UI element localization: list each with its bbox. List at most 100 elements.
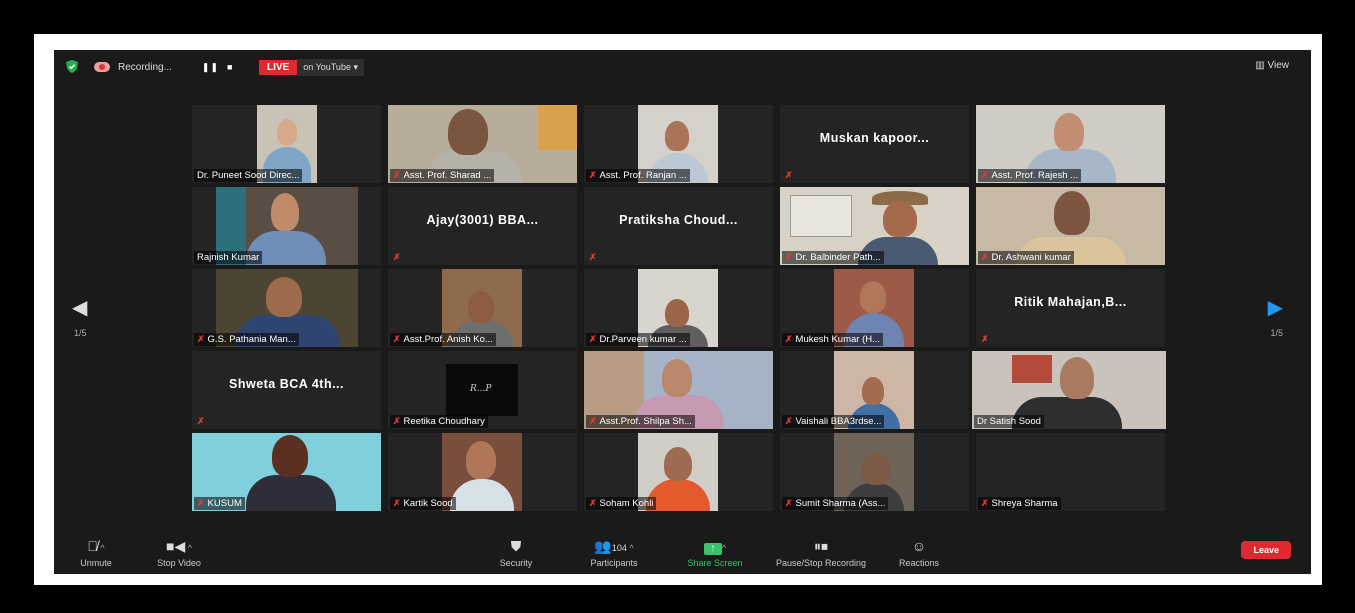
recording-cloud-icon: [94, 62, 110, 72]
participant-tile[interactable]: ✗ Dr. Ashwani kumar: [976, 187, 1165, 265]
mic-off-icon: ✗: [785, 334, 793, 344]
view-button[interactable]: ▥ View: [1255, 60, 1289, 71]
recording-label: Recording...: [118, 61, 172, 73]
participant-tile[interactable]: ✗ Soham Kohli: [584, 433, 773, 511]
mic-off-icon: ✗: [981, 498, 989, 508]
participant-name: ✗ Dr. Ashwani kumar: [978, 251, 1074, 264]
mic-off-icon: ✗: [589, 334, 597, 344]
participant-display-name: Ajay(3001) BBA...: [426, 213, 539, 227]
participant-name: ✗ Soham Kohli: [586, 497, 657, 510]
next-page-arrow-icon[interactable]: ▶: [1268, 295, 1283, 320]
unmute-button[interactable]: 🎙̸ ^ Unmute: [74, 538, 118, 568]
participant-tile-active-speaker[interactable]: Dr Satish Sood: [972, 351, 1166, 429]
participant-tile[interactable]: ✗ Vaishali BBA3rdse...: [780, 351, 969, 429]
participant-tile[interactable]: Shweta BCA 4th... ✗: [192, 351, 381, 429]
participant-display-name: Shweta BCA 4th...: [229, 377, 344, 391]
participant-tile[interactable]: Rajnish Kumar: [192, 187, 381, 265]
mic-off-icon: ✗: [785, 170, 793, 180]
meeting-toolbar: 🎙̸ ^ Unmute ■◀ ^ Stop Video ⛊ Security 👥…: [54, 528, 1311, 574]
mic-off-icon: ✗: [981, 334, 989, 344]
participant-tile[interactable]: ✗ Sumit Sharma (Ass...: [780, 433, 969, 511]
participant-display-name: Ritik Mahajan,B...: [1014, 295, 1127, 309]
page-indicator-right: 1/5: [1270, 328, 1283, 338]
share-screen-icon: ↑ ^: [680, 538, 750, 558]
mic-off-icon: ✗: [785, 252, 793, 262]
participant-tile[interactable]: Pratiksha Choud... ✗: [584, 187, 773, 265]
participant-tile[interactable]: ✗ Asst.Prof. Anish Ko...: [388, 269, 577, 347]
participant-display-name: Muskan kapoor...: [819, 131, 930, 145]
participants-label: Participants: [590, 558, 638, 568]
mic-off-icon: ✗: [589, 498, 597, 508]
participants-count: 104: [611, 543, 627, 553]
stream-target-dropdown[interactable]: on YouTube ▾: [297, 58, 364, 76]
participant-name: ✗ Mukesh Kumar (H...: [782, 333, 884, 346]
people-icon: 👥104 ^: [594, 538, 634, 554]
participant-tile[interactable]: Dr. Puneet Sood Direc...: [192, 105, 381, 183]
participant-tile[interactable]: ✗ Asst. Prof. Ranjan ...: [584, 105, 773, 183]
stop-recording-button[interactable]: ■: [227, 62, 233, 72]
mic-off-icon: ✗: [393, 416, 401, 426]
participant-name: ✗ KUSUM: [194, 497, 245, 510]
mic-off-icon: ✗: [393, 498, 401, 508]
participant-name: ✗ Asst.Prof. Anish Ko...: [390, 333, 496, 346]
participant-tile[interactable]: ✗ Asst. Prof. Rajesh ...: [976, 105, 1165, 183]
mic-off-icon: ✗: [981, 252, 989, 262]
mic-off-icon: ✗: [589, 416, 597, 426]
mic-off-icon: ✗: [589, 170, 597, 180]
live-stream-indicator[interactable]: LIVE on YouTube ▾: [259, 58, 364, 76]
meeting-topbar: Recording... ❚❚ ■ LIVE on YouTube ▾ ▥ Vi…: [54, 50, 1311, 84]
security-label: Security: [499, 558, 533, 568]
mic-off-icon: ✗: [197, 334, 205, 344]
participant-name: ✗ Asst. Prof. Sharad ...: [390, 169, 495, 182]
participant-name: ✗: [978, 333, 992, 346]
leave-button[interactable]: Leave: [1241, 541, 1291, 559]
participant-tile[interactable]: Muskan kapoor... ✗: [780, 105, 969, 183]
mic-off-icon: ✗: [197, 498, 205, 508]
participant-name: ✗ Asst. Prof. Ranjan ...: [586, 169, 690, 182]
participant-tile[interactable]: ✗ Dr. Balbinder Path...: [780, 187, 969, 265]
recording-indicator[interactable]: Recording... ❚❚ ■: [94, 58, 233, 76]
participant-display-name: Pratiksha Choud...: [619, 213, 738, 227]
participant-name: ✗: [194, 415, 208, 428]
shield-icon[interactable]: [66, 60, 78, 73]
zoom-window: Recording... ❚❚ ■ LIVE on YouTube ▾ ▥ Vi…: [54, 50, 1311, 574]
participant-name: ✗: [390, 251, 404, 264]
participant-name: ✗ G.S. Pathania Man...: [194, 333, 299, 346]
stop-video-button[interactable]: ■◀ ^ Stop Video: [149, 538, 209, 568]
pause-recording-button[interactable]: ❚❚: [202, 62, 219, 73]
participant-tile[interactable]: ✗ Kartik Sood: [388, 433, 577, 511]
mic-off-icon: ✗: [981, 170, 989, 180]
share-screen-button[interactable]: ↑ ^ Share Screen: [680, 538, 750, 568]
participant-name: ✗ Shreya Sharma: [978, 497, 1061, 510]
reactions-button[interactable]: ☺ Reactions: [894, 538, 944, 568]
reactions-label: Reactions: [898, 558, 940, 568]
participant-name: ✗ Dr.Parveen kumar ...: [586, 333, 690, 346]
previous-page-arrow-icon[interactable]: ◀: [72, 295, 87, 320]
participant-name: ✗ Reetika Choudhary: [390, 415, 488, 428]
mic-off-icon: 🎙̸ ^: [87, 538, 105, 554]
mic-off-icon: ✗: [393, 252, 401, 262]
profile-image: R...P: [446, 364, 518, 416]
gallery-view-icon: ▥: [1255, 60, 1268, 71]
participant-name: ✗ Dr. Balbinder Path...: [782, 251, 884, 264]
live-badge: LIVE: [259, 59, 298, 75]
participants-button[interactable]: 👥104 ^ Participants: [582, 538, 646, 568]
security-button[interactable]: ⛊ Security: [494, 538, 538, 568]
mic-off-icon: ✗: [197, 416, 205, 426]
participant-tile[interactable]: R...P ✗ Reetika Choudhary: [388, 351, 577, 429]
mic-off-icon: ✗: [785, 416, 793, 426]
pause-stop-recording-button[interactable]: ⏸⏹ Pause/Stop Recording: [766, 538, 876, 568]
participant-tile[interactable]: ✗ Asst.Prof. Shilpa Sh...: [584, 351, 773, 429]
camera-icon: ■◀ ^: [166, 538, 192, 554]
participant-tile[interactable]: Ajay(3001) BBA... ✗: [388, 187, 577, 265]
participant-tile[interactable]: ✗ Mukesh Kumar (H...: [780, 269, 969, 347]
participant-tile[interactable]: ✗ G.S. Pathania Man...: [192, 269, 381, 347]
participant-tile[interactable]: ✗ Asst. Prof. Sharad ...: [388, 105, 577, 183]
participant-tile[interactable]: Ritik Mahajan,B... ✗: [976, 269, 1165, 347]
participant-name: Dr Satish Sood: [974, 415, 1044, 428]
participant-tile[interactable]: ✗ Shreya Sharma: [976, 433, 1165, 511]
participant-tile[interactable]: ✗ Dr.Parveen kumar ...: [584, 269, 773, 347]
participant-tile[interactable]: ✗ KUSUM: [192, 433, 381, 511]
mic-off-icon: ✗: [393, 170, 401, 180]
mic-off-icon: ✗: [589, 252, 597, 262]
